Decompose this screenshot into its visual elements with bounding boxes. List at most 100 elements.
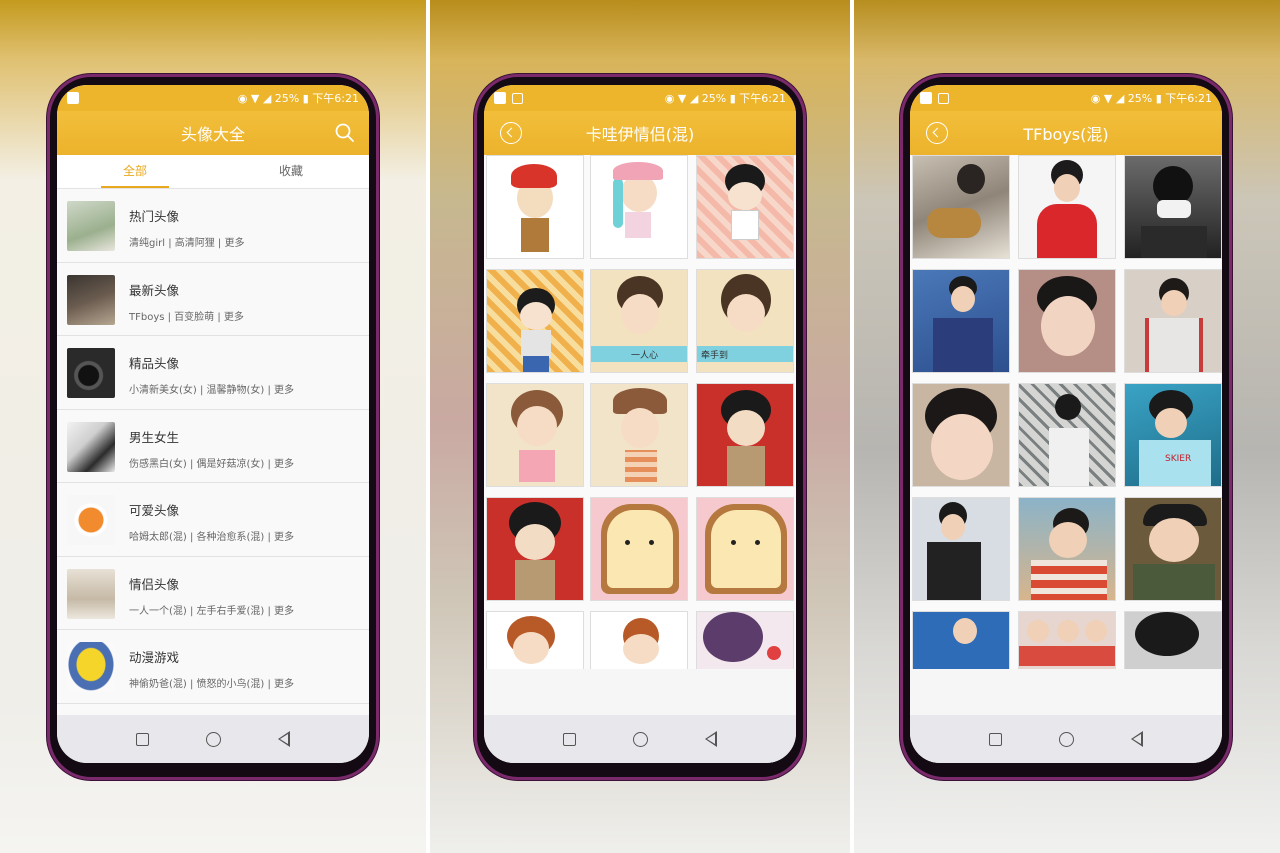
back-nav-icon[interactable] <box>278 731 291 747</box>
battery-icon: ▮ <box>299 92 313 105</box>
home-icon[interactable] <box>205 731 221 747</box>
system-nav-bar <box>910 715 1222 763</box>
category-thumbnail <box>67 642 115 692</box>
category-thumbnail <box>67 495 115 545</box>
category-list: 热门头像 清纯girl | 高清阿狸 | 更多 最新头像 TFboys | 百变… <box>57 189 369 715</box>
search-icon[interactable] <box>333 121 357 145</box>
phone-frame: ◉ ▼ ◢ 25% ▮ 下午6:21 TFboys(混) SKIER <box>900 74 1232 780</box>
tab-favorites[interactable]: 收藏 <box>213 155 369 188</box>
avatar-grid: SKIER <box>910 155 1222 669</box>
avatar-image[interactable] <box>590 155 688 259</box>
category-name: 精品头像 <box>129 356 180 371</box>
list-item[interactable]: 男生女生 伤感黑白(女) | 偶是好菇凉(女) | 更多 <box>57 409 369 483</box>
panel-cartoon-gallery: ◉ ▼ ◢ 25% ▮ 下午6:21 卡哇伊情侣(混) 一人心 牵手到 <box>430 0 850 853</box>
avatar-image[interactable] <box>1018 383 1116 487</box>
tab-all[interactable]: 全部 <box>57 155 213 188</box>
avatar-image[interactable] <box>696 497 794 601</box>
category-name: 情侣头像 <box>129 576 180 592</box>
category-thumbnail <box>67 201 115 251</box>
avatar-image[interactable] <box>486 155 584 259</box>
battery-icon: ▮ <box>726 92 740 105</box>
avatar-image[interactable] <box>912 383 1010 487</box>
avatar-image[interactable] <box>486 269 584 373</box>
avatar-grid: 一人心 牵手到 <box>484 155 796 669</box>
signal-icon: ◉ ▼ ◢ <box>1090 92 1128 105</box>
avatar-image[interactable] <box>912 155 1010 259</box>
image-icon <box>512 92 523 104</box>
notification-icon <box>67 92 79 104</box>
avatar-image[interactable]: 牵手到 <box>696 269 794 373</box>
recents-icon[interactable] <box>562 732 576 746</box>
list-item[interactable]: 动漫游戏 神偷奶爸(混) | 愤怒的小鸟(混) | 更多 <box>57 630 369 704</box>
app-bar: 卡哇伊情侣(混) <box>484 111 796 155</box>
system-nav-bar <box>57 715 369 763</box>
home-icon[interactable] <box>1058 731 1074 747</box>
list-item[interactable]: 精品头像 小清新美女(女) | 温馨静物(女) | 更多 <box>57 336 369 410</box>
back-nav-icon[interactable] <box>1131 731 1144 747</box>
avatar-image[interactable]: 一人心 <box>590 269 688 373</box>
avatar-image[interactable] <box>1124 611 1222 669</box>
category-tags: 神偷奶爸(混) | 愤怒的小鸟(混) | 更多 <box>129 679 295 690</box>
avatar-image[interactable] <box>1018 497 1116 601</box>
avatar-image[interactable] <box>486 611 584 669</box>
app-bar: 头像大全 <box>57 111 369 155</box>
avatar-image[interactable]: SKIER <box>1124 383 1222 487</box>
avatar-image[interactable] <box>1018 269 1116 373</box>
category-name: 热门头像 <box>129 209 180 224</box>
list-item[interactable] <box>57 703 369 715</box>
recents-icon[interactable] <box>988 732 1002 746</box>
system-nav-bar <box>484 715 796 763</box>
avatar-image[interactable] <box>696 155 794 259</box>
category-tags: 哈姆太郎(混) | 各种治愈系(混) | 更多 <box>129 532 295 543</box>
avatar-image[interactable] <box>486 497 584 601</box>
category-tags: 小清新美女(女) | 温馨静物(女) | 更多 <box>129 385 295 396</box>
avatar-image[interactable] <box>1124 155 1222 259</box>
category-thumbnail <box>67 274 115 325</box>
avatar-image[interactable] <box>696 611 794 669</box>
category-tags: 清纯girl | 高清阿狸 | 更多 <box>129 238 245 249</box>
tab-bar: 全部 收藏 <box>57 155 369 189</box>
avatar-image[interactable] <box>1124 269 1222 373</box>
phone-screen: ◉ ▼ ◢ 25% ▮ 下午6:21 卡哇伊情侣(混) 一人心 牵手到 <box>484 85 796 763</box>
avatar-caption: 牵手到 <box>701 351 729 361</box>
image-icon <box>938 92 949 104</box>
list-item[interactable]: 热门头像 清纯girl | 高清阿狸 | 更多 <box>57 189 369 263</box>
category-name: 可爱头像 <box>129 503 180 518</box>
phone-screen: ◉ ▼ ◢ 25% ▮ 下午6:21 头像大全 全部 收藏 热门头像 清纯gir… <box>57 85 369 763</box>
battery-text: 25% <box>274 92 300 105</box>
back-nav-icon[interactable] <box>705 731 718 747</box>
avatar-image[interactable] <box>590 383 688 487</box>
recents-icon[interactable] <box>135 732 149 746</box>
status-bar: ◉ ▼ ◢ 25% ▮ 下午6:21 <box>484 85 796 111</box>
avatar-image[interactable] <box>1018 611 1116 669</box>
home-icon[interactable] <box>632 731 648 747</box>
category-thumbnail <box>67 568 115 619</box>
avatar-image[interactable] <box>486 383 584 487</box>
avatar-caption: 一人心 <box>631 351 659 361</box>
back-icon[interactable] <box>500 122 522 144</box>
panel-home: ◉ ▼ ◢ 25% ▮ 下午6:21 头像大全 全部 收藏 热门头像 清纯gir… <box>0 0 426 853</box>
category-thumbnail <box>67 348 115 398</box>
category-tags: 伤感黑白(女) | 偶是好菇凉(女) | 更多 <box>129 458 295 470</box>
avatar-image[interactable] <box>912 497 1010 601</box>
avatar-image[interactable] <box>696 383 794 487</box>
avatar-image[interactable] <box>912 611 1010 669</box>
back-icon[interactable] <box>926 122 948 144</box>
status-bar: ◉ ▼ ◢ 25% ▮ 下午6:21 <box>57 85 369 111</box>
phone-screen: ◉ ▼ ◢ 25% ▮ 下午6:21 TFboys(混) SKIER <box>910 85 1222 763</box>
page-title: 头像大全 <box>180 125 245 144</box>
avatar-image[interactable] <box>1124 497 1222 601</box>
category-name: 男生女生 <box>129 429 180 445</box>
notification-icon <box>920 92 932 104</box>
phone-frame: ◉ ▼ ◢ 25% ▮ 下午6:21 头像大全 全部 收藏 热门头像 清纯gir… <box>47 74 379 780</box>
avatar-image[interactable] <box>912 269 1010 373</box>
category-name: 动漫游戏 <box>129 650 180 665</box>
list-item[interactable]: 可爱头像 哈姆太郎(混) | 各种治愈系(混) | 更多 <box>57 483 369 557</box>
avatar-image[interactable] <box>590 611 688 669</box>
avatar-image[interactable] <box>590 497 688 601</box>
list-item[interactable]: 情侣头像 一人一个(混) | 左手右手爱(混) | 更多 <box>57 556 369 630</box>
list-item[interactable]: 最新头像 TFboys | 百变脸萌 | 更多 <box>57 262 369 336</box>
category-name: 最新头像 <box>129 282 180 298</box>
avatar-image[interactable] <box>1018 155 1116 259</box>
phone-frame: ◉ ▼ ◢ 25% ▮ 下午6:21 卡哇伊情侣(混) 一人心 牵手到 <box>474 74 806 780</box>
